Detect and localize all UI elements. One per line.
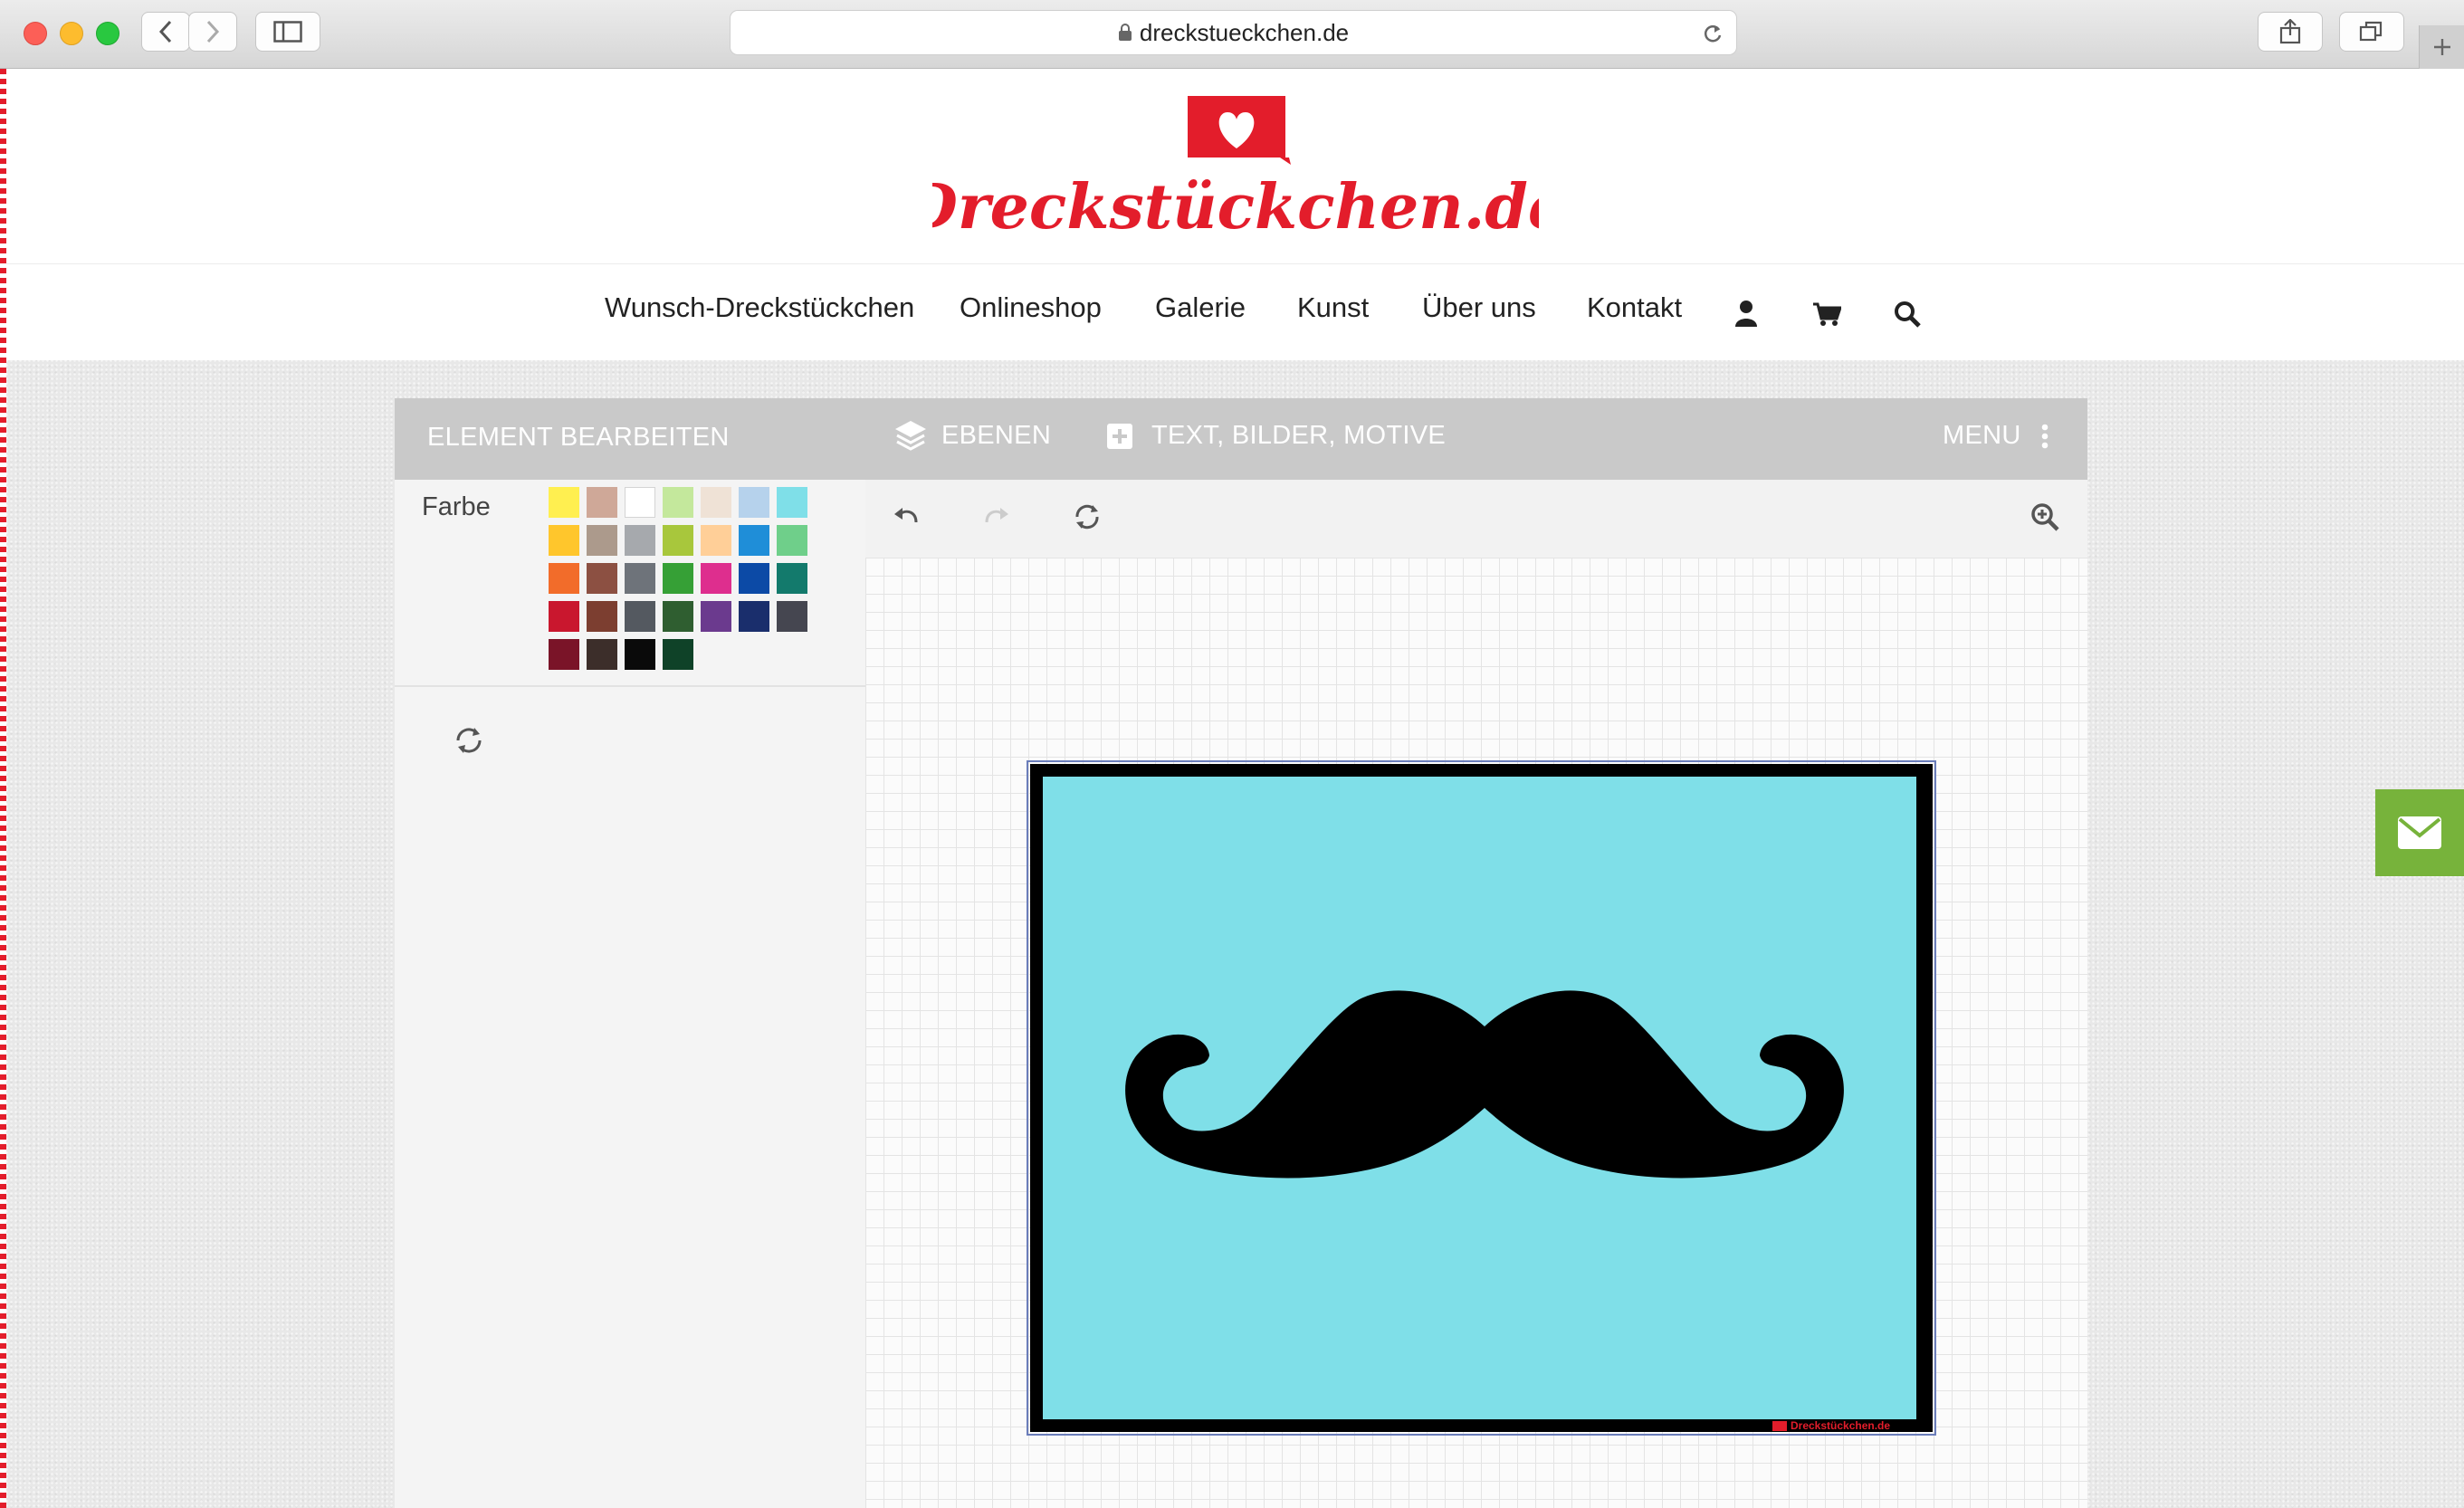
site-logo[interactable]: Dreckstückchen.de [932, 91, 1539, 249]
nav-item-kontakt[interactable]: Kontakt [1587, 291, 1682, 324]
color-swatch-4[interactable] [663, 487, 693, 518]
refresh-icon[interactable] [1072, 501, 1103, 532]
color-swatch-10[interactable] [625, 525, 655, 556]
color-swatch-1[interactable] [549, 487, 579, 518]
menu-label: MENU [1943, 421, 2021, 450]
color-swatch-2[interactable] [587, 487, 617, 518]
color-swatch-12[interactable] [701, 525, 731, 556]
svg-text:Dreckstückchen.de: Dreckstückchen.de [932, 172, 1539, 243]
color-swatch-17[interactable] [625, 563, 655, 594]
color-swatch-30[interactable] [587, 639, 617, 670]
minimize-window-button[interactable] [60, 22, 83, 45]
mustache-motif[interactable] [1119, 979, 1850, 1184]
color-palette [549, 487, 813, 670]
panel-divider [395, 685, 865, 687]
color-swatch-26[interactable] [701, 601, 731, 632]
reload-icon[interactable] [1702, 22, 1724, 45]
lock-icon [1118, 24, 1132, 41]
redo-icon[interactable] [983, 505, 1010, 529]
color-swatch-32[interactable] [663, 639, 693, 670]
cart-icon[interactable] [1812, 301, 1841, 327]
sidebar-toggle-button[interactable] [255, 12, 320, 52]
reset-rotate-icon[interactable] [453, 724, 485, 757]
nav-item-onlineshop[interactable]: Onlineshop [960, 291, 1102, 324]
chevron-left-icon [158, 20, 172, 43]
kebab-menu-icon [2041, 424, 2048, 448]
color-swatch-27[interactable] [739, 601, 769, 632]
browser-toolbar: dreckstueckchen.de [0, 0, 2464, 69]
forward-button[interactable] [188, 12, 237, 52]
plus-icon [2434, 39, 2450, 55]
close-window-button[interactable] [24, 22, 47, 45]
add-content-tab[interactable]: TEXT, BILDER, MOTIVE [1106, 421, 1446, 451]
canvas-toolbar [865, 480, 2087, 558]
heart-speech-bubble-icon [1188, 96, 1291, 165]
new-tab-button[interactable] [2419, 25, 2464, 69]
color-swatch-11[interactable] [663, 525, 693, 556]
sidebar-icon [273, 21, 302, 43]
color-swatch-5[interactable] [701, 487, 731, 518]
color-swatch-25[interactable] [663, 601, 693, 632]
back-button[interactable] [141, 12, 190, 52]
color-swatch-8[interactable] [549, 525, 579, 556]
nav-item-wunsch-dreckstueckchen[interactable]: Wunsch-Dreckstückchen [605, 291, 914, 324]
address-bar[interactable]: dreckstueckchen.de [730, 10, 1737, 55]
color-swatch-14[interactable] [777, 525, 807, 556]
layers-icon [895, 421, 926, 451]
user-icon[interactable] [1734, 300, 1758, 327]
contact-mail-button[interactable] [2375, 789, 2464, 876]
color-swatch-19[interactable] [701, 563, 731, 594]
url-text: dreckstueckchen.de [1139, 18, 1350, 46]
zoom-in-icon[interactable] [2029, 501, 2060, 532]
color-label: Farbe [422, 492, 491, 521]
logo-wordmark: Dreckstückchen.de [932, 172, 1539, 243]
tabs-icon [2359, 21, 2383, 42]
share-button[interactable] [2258, 12, 2323, 52]
edit-element-tab[interactable]: ELEMENT BEARBEITEN [427, 423, 730, 453]
color-swatch-20[interactable] [739, 563, 769, 594]
nav-item-galerie[interactable]: Galerie [1155, 291, 1246, 324]
color-swatch-29[interactable] [549, 639, 579, 670]
share-icon [2279, 19, 2301, 44]
color-swatch-23[interactable] [587, 601, 617, 632]
tabs-overview-button[interactable] [2339, 12, 2404, 52]
decorative-stitch-border [0, 69, 6, 1508]
color-swatch-22[interactable] [549, 601, 579, 632]
layers-label: EBENEN [941, 420, 1052, 450]
color-swatch-6[interactable] [739, 487, 769, 518]
undo-icon[interactable] [893, 505, 920, 529]
envelope-icon [2398, 816, 2441, 849]
nav-item-ueber-uns[interactable]: Über uns [1422, 291, 1536, 324]
header-divider [0, 263, 2464, 264]
editor-menu-button[interactable]: MENU [1943, 421, 2049, 451]
watermark-text: Dreckstückchen.de [1791, 1419, 1891, 1432]
design-watermark: Dreckstückchen.de [1772, 1419, 1890, 1432]
color-swatch-31[interactable] [625, 639, 655, 670]
color-swatch-18[interactable] [663, 563, 693, 594]
search-icon[interactable] [1894, 301, 1921, 328]
color-swatch-15[interactable] [549, 563, 579, 594]
watermark-logo-icon [1772, 1420, 1787, 1431]
add-content-label: TEXT, BILDER, MOTIVE [1151, 421, 1447, 450]
layers-tab[interactable]: EBENEN [893, 418, 1051, 453]
plus-square-icon [1107, 423, 1132, 449]
color-swatch-16[interactable] [587, 563, 617, 594]
color-swatch-24[interactable] [625, 601, 655, 632]
zoom-window-button[interactable] [96, 22, 119, 45]
color-swatch-28[interactable] [777, 601, 807, 632]
nav-item-kunst[interactable]: Kunst [1297, 291, 1369, 324]
color-swatch-13[interactable] [739, 525, 769, 556]
chevron-right-icon [206, 20, 220, 43]
color-swatch-7[interactable] [777, 487, 807, 518]
color-swatch-3[interactable] [625, 487, 655, 518]
color-swatch-9[interactable] [587, 525, 617, 556]
color-swatch-21[interactable] [777, 563, 807, 594]
